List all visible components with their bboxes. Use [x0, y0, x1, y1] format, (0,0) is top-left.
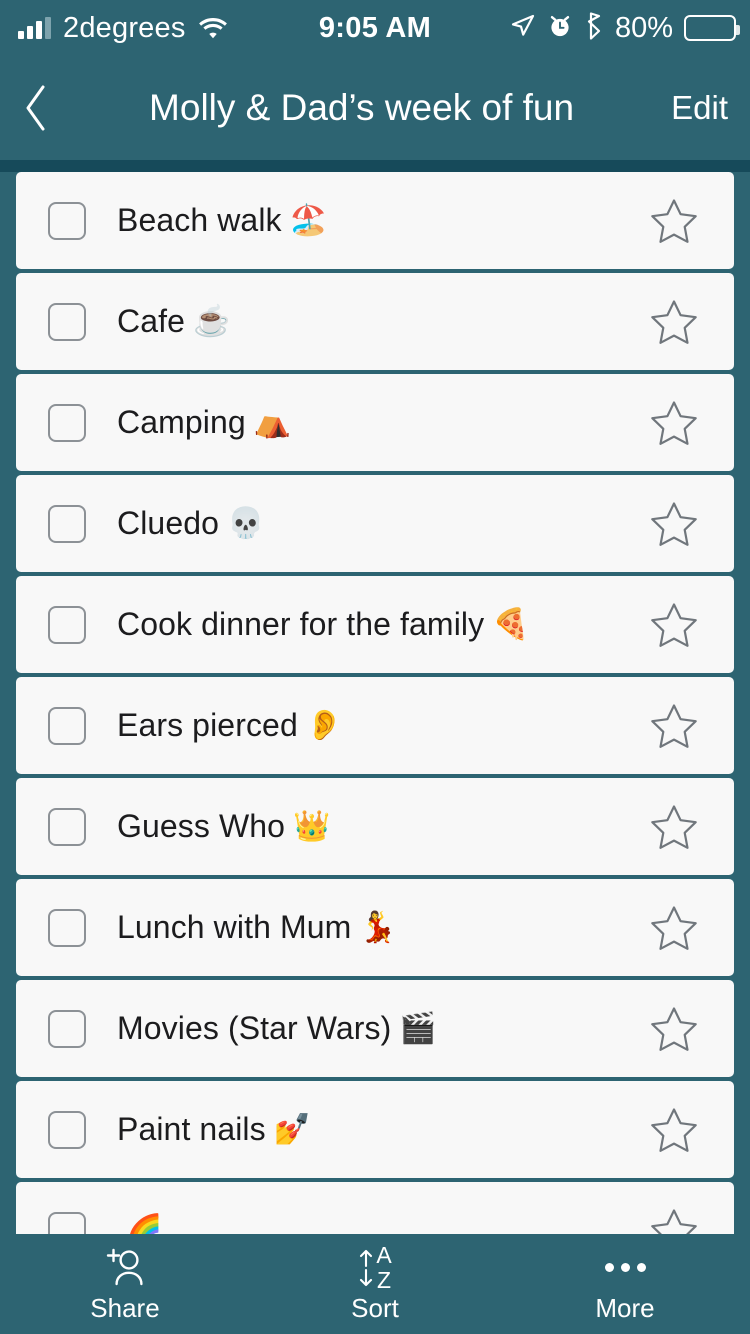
- checkbox-unchecked-icon[interactable]: [48, 302, 86, 341]
- bluetooth-icon: [584, 11, 604, 45]
- more-button[interactable]: More: [500, 1234, 750, 1334]
- wifi-icon: [198, 16, 228, 40]
- checkbox-unchecked-icon[interactable]: [48, 706, 86, 745]
- list-item-label: Camping: [117, 404, 246, 440]
- share-button[interactable]: Share: [0, 1234, 250, 1334]
- list-container: Beach walk 🏖️ Cafe ☕ Camping ⛺ Cluedo 💀 Cook din…: [0, 172, 750, 1234]
- crown-emoji: 👑: [293, 810, 331, 843]
- rainbow-emoji: 🌈: [125, 1214, 163, 1234]
- list-item-label: Paint nails: [117, 1111, 266, 1147]
- status-bar: 2degrees 9:05 AM 80%: [0, 0, 750, 56]
- star-outline-icon: [651, 1006, 697, 1051]
- checkbox-unchecked-icon[interactable]: [48, 1211, 86, 1234]
- list-item[interactable]: 🌈: [16, 1182, 734, 1234]
- star-outline-icon: [651, 1107, 697, 1152]
- star-button[interactable]: [650, 1006, 698, 1052]
- signal-bars-icon: [18, 17, 51, 39]
- edit-button[interactable]: Edit: [661, 89, 750, 127]
- chevron-left-icon: [26, 85, 45, 131]
- list-item-label: Guess Who: [117, 808, 286, 844]
- star-button[interactable]: [650, 400, 698, 446]
- star-button[interactable]: [650, 198, 698, 244]
- status-bar-right: 80%: [510, 12, 750, 45]
- list-item[interactable]: Camping ⛺: [16, 374, 734, 471]
- list-app-screen: 2degrees 9:05 AM 80% Molly & Dad’s week …: [0, 0, 750, 1334]
- bottom-toolbar: Share AZ Sort More: [0, 1234, 750, 1334]
- star-button[interactable]: [650, 1208, 698, 1234]
- list-item[interactable]: Movies (Star Wars) 🎬: [16, 980, 734, 1077]
- list-item-label: Cook dinner for the family: [117, 606, 485, 642]
- list-item[interactable]: Beach walk 🏖️: [16, 172, 734, 269]
- location-arrow-icon: [510, 13, 536, 44]
- navigation-bar: Molly & Dad’s week of fun Edit: [0, 56, 750, 160]
- share-label: Share: [90, 1292, 160, 1323]
- star-button[interactable]: [650, 905, 698, 951]
- star-outline-icon: [651, 1208, 697, 1234]
- list-item[interactable]: Paint nails 💅: [16, 1081, 734, 1178]
- star-button[interactable]: [650, 501, 698, 547]
- star-outline-icon: [651, 602, 697, 647]
- status-bar-left: 2degrees: [0, 12, 228, 45]
- checkbox-unchecked-icon[interactable]: [48, 605, 86, 644]
- star-outline-icon: [651, 198, 697, 243]
- list-item[interactable]: Ears pierced 👂: [16, 677, 734, 774]
- add-person-icon: [98, 1245, 152, 1291]
- alarm-clock-icon: [547, 13, 573, 44]
- star-outline-icon: [651, 804, 697, 849]
- battery-icon: [684, 15, 740, 41]
- nav-divider: [0, 160, 750, 172]
- list-item-label: Ears pierced: [117, 707, 298, 743]
- star-outline-icon: [651, 501, 697, 546]
- star-button[interactable]: [650, 804, 698, 850]
- list-item[interactable]: Cluedo 💀: [16, 475, 734, 572]
- sort-label: Sort: [351, 1292, 399, 1323]
- list-item[interactable]: Cafe ☕: [16, 273, 734, 370]
- list-item-label: Cluedo: [117, 505, 220, 541]
- star-button[interactable]: [650, 299, 698, 345]
- star-button[interactable]: [650, 602, 698, 648]
- more-label: More: [595, 1292, 655, 1323]
- sort-button[interactable]: AZ Sort: [250, 1234, 500, 1334]
- checkbox-unchecked-icon[interactable]: [48, 403, 86, 442]
- checkbox-unchecked-icon[interactable]: [48, 504, 86, 543]
- ear-emoji: 👂: [305, 709, 344, 742]
- list-item[interactable]: Guess Who 👑: [16, 778, 734, 875]
- list-item-label: Movies (Star Wars): [117, 1010, 392, 1046]
- star-outline-icon: [651, 400, 697, 445]
- skull-emoji: 💀: [227, 507, 265, 540]
- list-item[interactable]: Cook dinner for the family 🍕: [16, 576, 734, 673]
- list-item-label: Lunch with Mum: [117, 909, 352, 945]
- list-item[interactable]: Lunch with Mum 💃: [16, 879, 734, 976]
- checkbox-unchecked-icon[interactable]: [48, 807, 86, 846]
- page-title: Molly & Dad’s week of fun: [149, 87, 575, 128]
- list-item-label: Beach walk: [117, 202, 282, 238]
- beach-with-umbrella-emoji: 🏖️: [289, 204, 327, 237]
- star-outline-icon: [651, 299, 697, 344]
- carrier-name: 2degrees: [63, 11, 186, 44]
- nail-polish-emoji: 💅: [273, 1113, 312, 1146]
- checkbox-unchecked-icon[interactable]: [48, 908, 86, 947]
- checkbox-unchecked-icon[interactable]: [48, 1110, 86, 1149]
- woman-dancing-emoji: 💃: [359, 911, 397, 944]
- star-outline-icon: [651, 703, 697, 748]
- ellipsis-icon: [604, 1245, 646, 1291]
- list-item-label: Cafe: [117, 303, 185, 339]
- hot-beverage-emoji: ☕: [193, 305, 231, 338]
- checkbox-unchecked-icon[interactable]: [48, 1009, 86, 1048]
- star-outline-icon: [651, 905, 697, 950]
- battery-percent-label: 80%: [614, 11, 673, 44]
- star-button[interactable]: [650, 1107, 698, 1153]
- clock-time: 9:05 AM: [318, 11, 432, 44]
- clapper-board-emoji: 🎬: [399, 1012, 437, 1045]
- sort-az-icon: AZ: [358, 1243, 392, 1292]
- star-button[interactable]: [650, 703, 698, 749]
- list-scroll-area[interactable]: Beach walk 🏖️ Cafe ☕ Camping ⛺ Cluedo 💀 Cook din…: [0, 172, 750, 1234]
- tent-emoji: ⛺: [253, 406, 292, 439]
- checkbox-unchecked-icon[interactable]: [48, 201, 86, 240]
- pizza-emoji: 🍕: [492, 608, 530, 641]
